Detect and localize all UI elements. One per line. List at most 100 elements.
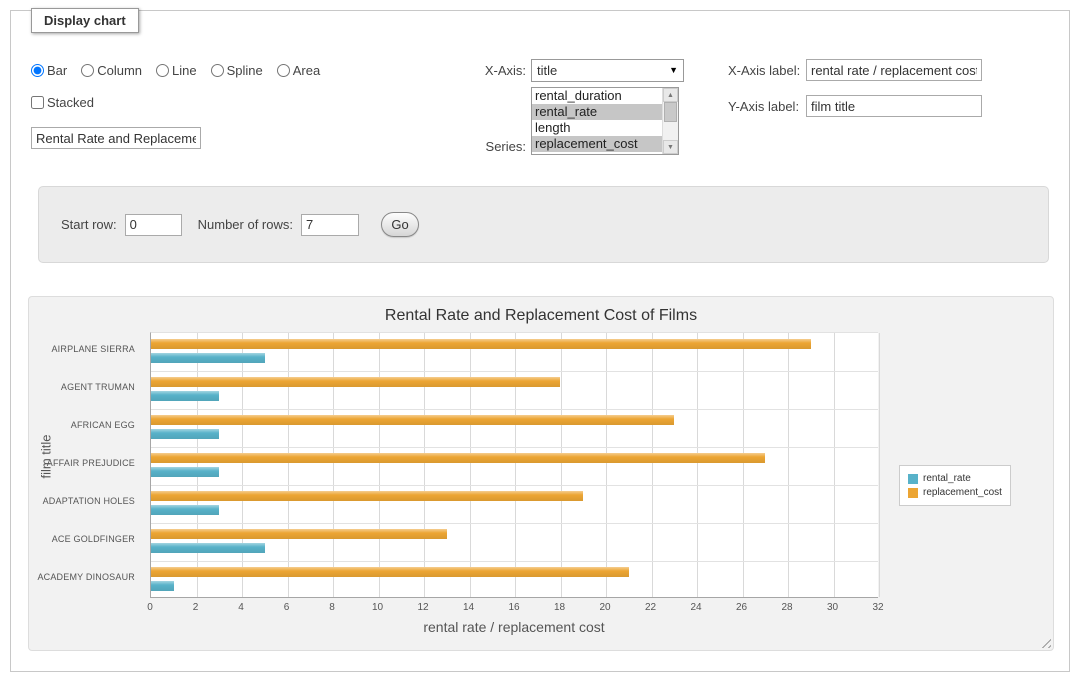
x-tick-label: 8	[317, 602, 347, 613]
start-row-label: Start row:	[61, 217, 117, 232]
display-chart-fieldset: Display chart Bar Column Line Spline Are…	[10, 10, 1070, 672]
category-label: AGENT TRUMAN	[29, 382, 135, 392]
category-label: ADAPTATION HOLES	[29, 496, 135, 506]
plot-area	[150, 332, 878, 598]
legend-item[interactable]: replacement_cost	[908, 487, 1002, 498]
bar-rental_rate	[151, 581, 174, 591]
chart-type-line-label: Line	[172, 63, 197, 78]
x-tick-label: 32	[863, 602, 893, 613]
chart-type-area[interactable]: Area	[277, 63, 320, 78]
chart-type-bar-radio[interactable]	[31, 64, 44, 77]
bar-replacement_cost	[151, 339, 811, 349]
gridline	[288, 333, 289, 597]
scroll-down-icon[interactable]: ▼	[663, 140, 678, 154]
number-of-rows-label: Number of rows:	[198, 217, 293, 232]
x-tick-label: 30	[818, 602, 848, 613]
series-option-length[interactable]: length	[532, 120, 662, 136]
gridline	[834, 333, 835, 597]
series-scrollbar[interactable]: ▲ ▼	[662, 88, 678, 154]
bar-replacement_cost	[151, 453, 765, 463]
bar-rental_rate	[151, 353, 265, 363]
gridline	[788, 333, 789, 597]
gridline	[470, 333, 471, 597]
gridline	[151, 485, 878, 486]
scrollbar-thumb[interactable]	[664, 102, 677, 122]
x-tick-label: 24	[681, 602, 711, 613]
bar-rental_rate	[151, 505, 219, 515]
number-of-rows-input[interactable]	[301, 214, 359, 236]
chart-type-bar[interactable]: Bar	[31, 63, 67, 78]
x-tick-label: 28	[772, 602, 802, 613]
series-option-replacement-cost[interactable]: replacement_cost	[532, 136, 662, 152]
y-axis-label-input[interactable]	[806, 95, 982, 117]
chart-type-spline-label: Spline	[227, 63, 263, 78]
gridline	[697, 333, 698, 597]
legend-label: replacement_cost	[923, 487, 1002, 498]
gridline	[242, 333, 243, 597]
x-tick-label: 20	[590, 602, 620, 613]
x-axis-label-input[interactable]	[806, 59, 982, 81]
legend-item[interactable]: rental_rate	[908, 473, 1002, 484]
row-controls-panel: Start row: Number of rows: Go	[38, 186, 1049, 263]
chart-type-line-radio[interactable]	[156, 64, 169, 77]
x-tick-label: 4	[226, 602, 256, 613]
category-label: ACE GOLDFINGER	[29, 534, 135, 544]
x-tick-label: 12	[408, 602, 438, 613]
bar-replacement_cost	[151, 415, 674, 425]
chart-title: Rental Rate and Replacement Cost of Film…	[29, 307, 1053, 325]
chart-type-spline[interactable]: Spline	[211, 63, 263, 78]
chart-type-column-radio[interactable]	[81, 64, 94, 77]
gridline	[151, 561, 878, 562]
chart-title-input[interactable]	[31, 127, 201, 149]
x-tick-label: 18	[545, 602, 575, 613]
gridline	[197, 333, 198, 597]
series-multiselect[interactable]: rental_duration rental_rate length repla…	[531, 87, 679, 155]
chart-type-radio-group: Bar Column Line Spline Area	[31, 63, 320, 78]
scroll-up-icon[interactable]: ▲	[663, 88, 678, 102]
bar-replacement_cost	[151, 491, 583, 501]
x-tick-label: 14	[454, 602, 484, 613]
x-tick-label: 2	[181, 602, 211, 613]
chart-type-bar-label: Bar	[47, 63, 67, 78]
x-axis-select-label: X-Axis:	[431, 63, 526, 78]
gridline	[606, 333, 607, 597]
resize-handle-icon[interactable]	[1038, 635, 1051, 648]
stacked-label: Stacked	[47, 95, 94, 110]
gridline	[151, 409, 878, 410]
x-axis-selected-value: title	[537, 63, 557, 78]
x-tick-label: 26	[727, 602, 757, 613]
chart-type-area-label: Area	[293, 63, 320, 78]
stacked-option[interactable]: Stacked	[31, 95, 94, 110]
chart-type-line[interactable]: Line	[156, 63, 197, 78]
series-options: rental_duration rental_rate length repla…	[532, 88, 662, 154]
chart-type-area-radio[interactable]	[277, 64, 290, 77]
category-label: AIRPLANE SIERRA	[29, 344, 135, 354]
gridline	[879, 333, 880, 597]
bar-rental_rate	[151, 391, 219, 401]
x-tick-label: 16	[499, 602, 529, 613]
chevron-down-icon: ▼	[669, 65, 678, 75]
category-label: ACADEMY DINOSAUR	[29, 572, 135, 582]
series-option-rental-duration[interactable]: rental_duration	[532, 88, 662, 104]
x-axis-ticks: 02468101214161820222426283032	[150, 602, 878, 616]
start-row-input[interactable]	[125, 214, 182, 236]
stacked-row: Stacked	[31, 95, 94, 110]
gridline	[333, 333, 334, 597]
bar-rental_rate	[151, 543, 265, 553]
x-axis-select[interactable]: title ▼	[531, 59, 684, 82]
go-button[interactable]: Go	[381, 212, 419, 237]
chart-type-column-label: Column	[97, 63, 142, 78]
x-tick-label: 6	[272, 602, 302, 613]
series-option-rental-rate[interactable]: rental_rate	[532, 104, 662, 120]
legend-swatch	[908, 474, 918, 484]
chart-container: Rental Rate and Replacement Cost of Film…	[28, 296, 1054, 651]
bar-replacement_cost	[151, 377, 560, 387]
chart-type-spline-radio[interactable]	[211, 64, 224, 77]
stacked-checkbox[interactable]	[31, 96, 44, 109]
x-tick-label: 10	[363, 602, 393, 613]
x-tick-label: 22	[636, 602, 666, 613]
gridline	[743, 333, 744, 597]
gridline	[652, 333, 653, 597]
category-label: AFRICAN EGG	[29, 420, 135, 430]
chart-type-column[interactable]: Column	[81, 63, 142, 78]
